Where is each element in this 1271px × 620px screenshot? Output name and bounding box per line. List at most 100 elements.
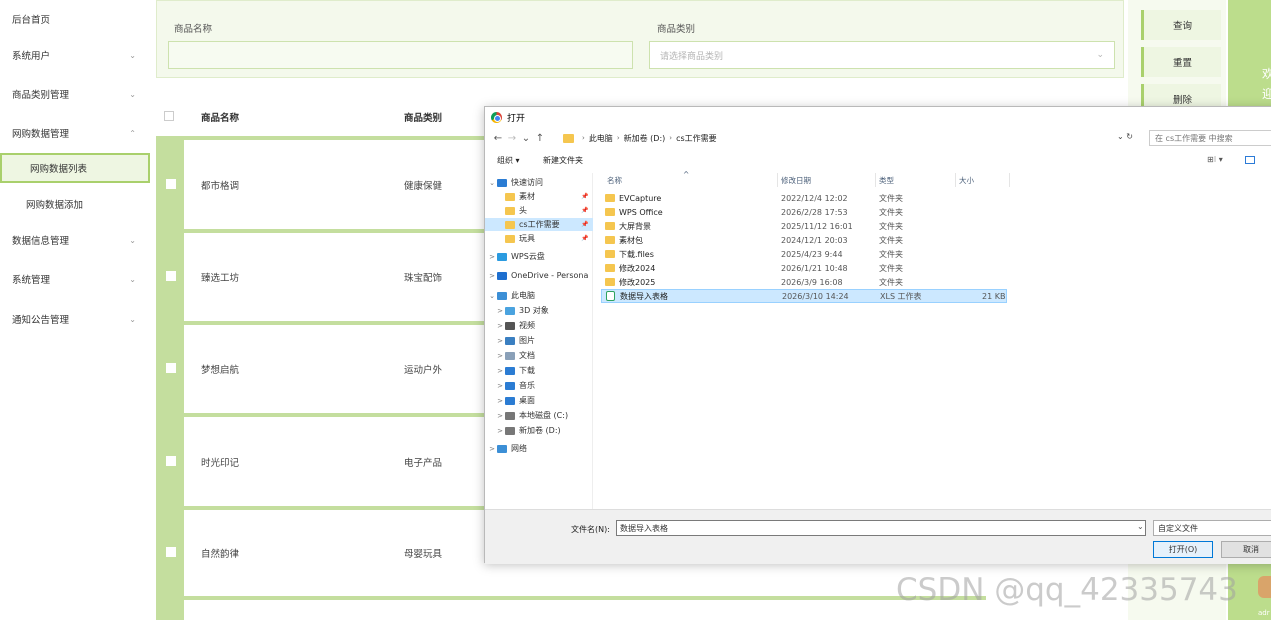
forward-arrow-icon[interactable]: →: [505, 133, 519, 144]
row-checkbox[interactable]: [166, 547, 176, 557]
nav-item[interactable]: >3D 对象: [485, 304, 593, 317]
category-select[interactable]: 请选择商品类别 ⌄: [649, 41, 1115, 69]
onedrive-icon: [497, 271, 507, 280]
sidebar-item-category-management[interactable]: 商品类别管理 ⌄: [0, 75, 150, 113]
sidebar-item-data-info-management[interactable]: 数据信息管理 ⌄: [0, 221, 150, 259]
expand-arrow-icon[interactable]: >: [487, 253, 497, 261]
file-row[interactable]: 修改2024 2026/1/21 10:48 文件夹: [601, 261, 1007, 275]
nav-item[interactable]: > 网络: [485, 442, 593, 455]
star-icon: [497, 178, 507, 187]
column-type[interactable]: 类型: [879, 175, 894, 186]
table-row[interactable]: [156, 600, 986, 620]
expand-arrow-icon[interactable]: >: [495, 367, 505, 375]
sidebar-item-system-management[interactable]: 系统管理 ⌄: [0, 260, 150, 298]
nav-item[interactable]: > 桌面: [485, 394, 593, 407]
file-date: 2026/3/9 16:08: [781, 277, 843, 287]
expand-arrow-icon[interactable]: >: [495, 397, 505, 405]
expand-arrow-icon[interactable]: >: [487, 272, 497, 280]
file-size: 21 KB: [982, 291, 1006, 301]
query-button[interactable]: 查询: [1141, 10, 1221, 40]
row-checkbox[interactable]: [166, 363, 176, 373]
sidebar-item-system-users[interactable]: 系统用户 ⌄: [0, 36, 150, 74]
expand-arrow-icon[interactable]: ⌄: [487, 292, 497, 300]
filename-input[interactable]: 数据导入表格: [616, 520, 1146, 536]
address-bar[interactable]: › 此电脑 › 新加卷 (D:) › cs工作需要: [563, 130, 1133, 146]
nav-item[interactable]: > 图片: [485, 334, 593, 347]
file-row[interactable]: 素材包 2024/12/1 20:03 文件夹: [601, 233, 1007, 247]
product-name-input[interactable]: [168, 41, 633, 69]
nav-item[interactable]: > 视频: [485, 319, 593, 332]
nav-item[interactable]: 素材 📌: [485, 190, 593, 203]
row-checkbox[interactable]: [166, 456, 176, 466]
file-name: 修改2024: [619, 263, 656, 273]
folder-search-input[interactable]: 在 cs工作需要 中搜索: [1149, 130, 1271, 146]
expand-arrow-icon[interactable]: >: [495, 382, 505, 390]
pin-icon: 📌: [581, 235, 589, 242]
expand-arrow-icon[interactable]: >: [495, 322, 505, 330]
folder-icon: [605, 264, 615, 272]
sidebar-item-home[interactable]: 后台首页: [0, 0, 150, 38]
expand-arrow-icon[interactable]: >: [495, 427, 505, 435]
view-options-icon[interactable]: ⊞⁝ ▾: [1207, 155, 1223, 164]
nav-item[interactable]: > 新加卷 (D:): [485, 424, 593, 437]
file-row[interactable]: 数据导入表格 2026/3/10 14:24 XLS 工作表 21 KB: [601, 289, 1007, 303]
row-checkbox[interactable]: [166, 179, 176, 189]
nav-item[interactable]: ⌄ 快速访问: [485, 176, 593, 189]
sidebar-subitem-data-list[interactable]: 网购数据列表: [0, 153, 150, 183]
sidebar-item-notice-management[interactable]: 通知公告管理 ⌄: [0, 300, 150, 338]
nav-item[interactable]: 玩具 📌: [485, 232, 593, 245]
expand-arrow-icon[interactable]: >: [495, 337, 505, 345]
cancel-button[interactable]: 取消: [1221, 541, 1271, 558]
expand-arrow-icon[interactable]: >: [495, 352, 505, 360]
nav-item[interactable]: ⌄ 此电脑: [485, 289, 593, 302]
file-row[interactable]: 下载.files 2025/4/23 9:44 文件夹: [601, 247, 1007, 261]
nav-item[interactable]: > 音乐: [485, 379, 593, 392]
address-row: ← → ⌄ ↑ › 此电脑 › 新加卷 (D:) › cs工作需要 ⌄ ↻ 在 …: [485, 128, 1271, 148]
nav-item[interactable]: > 下载: [485, 364, 593, 377]
folder-icon: [605, 236, 615, 244]
sort-arrow-icon: ^: [683, 170, 690, 179]
nav-item[interactable]: > 本地磁盘 (C:): [485, 409, 593, 422]
back-arrow-icon[interactable]: ←: [491, 133, 505, 144]
column-date[interactable]: 修改日期: [781, 175, 811, 186]
nav-item-label: 素材: [519, 192, 535, 201]
organize-button[interactable]: 组织 ▾: [497, 155, 520, 166]
nav-item[interactable]: > 文档: [485, 349, 593, 362]
nav-item[interactable]: > WPS云盘: [485, 250, 593, 263]
row-checkbox[interactable]: [166, 271, 176, 281]
file-name: 修改2025: [619, 277, 656, 287]
file-row[interactable]: 修改2025 2026/3/9 16:08 文件夹: [601, 275, 1007, 289]
new-folder-button[interactable]: 新建文件夹: [543, 155, 583, 166]
breadcrumb-cs-folder[interactable]: cs工作需要: [676, 133, 717, 144]
chevron-down-icon[interactable]: ⌄: [1137, 522, 1144, 531]
folder-icon: [605, 222, 615, 230]
avatar[interactable]: [1258, 576, 1271, 598]
expand-arrow-icon[interactable]: ⌄: [487, 179, 497, 187]
nav-item[interactable]: > OneDrive - Persona: [485, 269, 593, 282]
breadcrumb-this-pc[interactable]: 此电脑: [589, 133, 613, 144]
nav-item[interactable]: cs工作需要 📌: [485, 218, 593, 231]
reset-button[interactable]: 重置: [1141, 47, 1221, 77]
chevron-down-icon[interactable]: ⌄: [519, 133, 533, 144]
column-name[interactable]: 名称: [607, 175, 622, 186]
open-button[interactable]: 打开(O): [1153, 541, 1213, 558]
preview-pane-icon[interactable]: [1245, 156, 1255, 164]
breadcrumb-drive-d[interactable]: 新加卷 (D:): [624, 133, 666, 144]
file-row[interactable]: WPS Office 2026/2/28 17:53 文件夹: [601, 205, 1007, 219]
expand-arrow-icon[interactable]: >: [495, 307, 505, 315]
file-type: 文件夹: [879, 221, 903, 231]
file-row[interactable]: EVCapture 2022/12/4 12:02 文件夹: [601, 191, 1007, 205]
file-row[interactable]: 大屏背景 2025/11/12 16:01 文件夹: [601, 219, 1007, 233]
dialog-footer: 文件名(N): 数据导入表格 ⌄ 自定义文件 打开(O) 取消: [485, 509, 1271, 564]
refresh-icon[interactable]: ⌄ ↻: [1117, 132, 1133, 141]
expand-arrow-icon[interactable]: >: [495, 412, 505, 420]
nav-item-label: cs工作需要: [519, 220, 560, 229]
expand-arrow-icon[interactable]: >: [487, 445, 497, 453]
select-all-checkbox[interactable]: [164, 111, 174, 121]
sidebar-item-shopping-data-management[interactable]: 网购数据管理 ⌃: [0, 114, 150, 152]
nav-item[interactable]: 头 📌: [485, 204, 593, 217]
column-size[interactable]: 大小: [959, 175, 974, 186]
up-arrow-icon[interactable]: ↑: [533, 133, 547, 144]
sidebar-subitem-data-add[interactable]: 网购数据添加: [0, 189, 150, 219]
file-type-filter[interactable]: 自定义文件: [1153, 520, 1271, 536]
